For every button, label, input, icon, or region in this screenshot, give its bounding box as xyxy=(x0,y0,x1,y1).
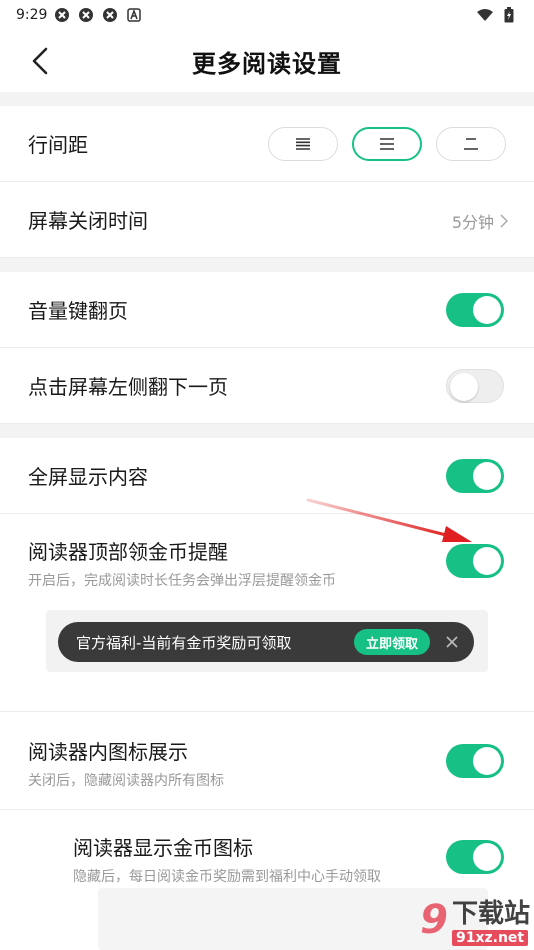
line-spacing-label: 行间距 xyxy=(28,133,88,157)
fullscreen-label: 全屏显示内容 xyxy=(28,465,148,489)
toggle-knob xyxy=(473,843,501,871)
chevron-right-icon xyxy=(500,214,508,228)
app-notification-icon xyxy=(77,6,95,24)
app-notification-icon xyxy=(101,6,119,24)
claim-now-button[interactable]: 立即领取 xyxy=(353,629,430,655)
site-watermark: 9 下载站 91xz.net xyxy=(420,893,530,946)
icon-display-toggle[interactable] xyxy=(446,744,504,778)
coin-icon-row: 阅读器显示金币图标 隐藏后，每日阅读金币奖励需到福利中心手动领取 xyxy=(0,810,534,898)
coin-icon-toggle[interactable] xyxy=(446,840,504,874)
battery-icon xyxy=(500,6,518,24)
watermark-url: 91xz.net xyxy=(451,930,529,946)
tap-left-label: 点击屏幕左侧翻下一页 xyxy=(28,375,228,399)
tap-left-toggle[interactable] xyxy=(446,369,504,403)
screen-off-label: 屏幕关闭时间 xyxy=(28,209,148,233)
section-divider xyxy=(0,424,534,438)
line-spacing-options xyxy=(268,127,506,161)
coin-reminder-label: 阅读器顶部领金币提醒 xyxy=(28,540,228,564)
tap-left-row: 点击屏幕左侧翻下一页 xyxy=(0,348,534,424)
status-time: 9:29 xyxy=(16,7,48,23)
spacing-medium-icon xyxy=(380,138,394,150)
screen-off-value[interactable]: 5分钟 xyxy=(452,209,508,233)
toggle-knob xyxy=(473,747,501,775)
spacing-compact-icon xyxy=(296,138,310,150)
coin-icon-label: 阅读器显示金币图标 xyxy=(73,836,253,860)
a-notification-icon xyxy=(125,6,143,24)
watermark-logo: 9 xyxy=(420,896,448,943)
watermark-title: 下载站 xyxy=(451,899,530,929)
line-spacing-compact-button[interactable] xyxy=(268,127,338,161)
volume-key-row: 音量键翻页 xyxy=(0,272,534,348)
section-divider xyxy=(0,258,534,272)
toggle-knob xyxy=(473,462,501,490)
fullscreen-toggle[interactable] xyxy=(446,459,504,493)
icon-display-label: 阅读器内图标展示 xyxy=(28,740,188,764)
close-icon[interactable] xyxy=(444,634,460,650)
coin-reminder-row: 阅读器顶部领金币提醒 开启后，完成阅读时长任务会弹出浮层提醒领金币 xyxy=(0,514,534,602)
page-title: 更多阅读设置 xyxy=(192,49,342,78)
status-bar: 9:29 xyxy=(0,0,534,30)
toast-text: 官方福利-当前有金币奖励可领取 xyxy=(76,633,292,652)
toggle-knob xyxy=(473,296,501,324)
screen-off-row[interactable]: 屏幕关闭时间 5分钟 xyxy=(0,182,534,258)
spacing-loose-icon xyxy=(464,138,478,150)
wifi-icon xyxy=(476,6,494,24)
screen-off-value-text: 5分钟 xyxy=(451,213,494,232)
header: 更多阅读设置 xyxy=(0,30,534,92)
coin-icon-desc: 隐藏后，每日阅读金币奖励需到福利中心手动领取 xyxy=(73,869,381,885)
line-spacing-medium-button[interactable] xyxy=(352,127,422,161)
section-divider xyxy=(0,92,534,106)
volume-key-label: 音量键翻页 xyxy=(28,299,128,323)
back-arrow-icon xyxy=(32,47,48,75)
coin-reminder-desc: 开启后，完成阅读时长任务会弹出浮层提醒领金币 xyxy=(28,573,336,589)
line-spacing-loose-button[interactable] xyxy=(436,127,506,161)
toast-preview-area: 官方福利-当前有金币奖励可领取 立即领取 xyxy=(0,602,534,712)
icon-display-desc: 关闭后，隐藏阅读器内所有图标 xyxy=(28,773,224,789)
volume-key-toggle[interactable] xyxy=(446,293,504,327)
toggle-knob xyxy=(473,547,501,575)
coin-toast: 官方福利-当前有金币奖励可领取 立即领取 xyxy=(58,622,474,662)
coin-reminder-toggle[interactable] xyxy=(446,544,504,578)
toggle-knob xyxy=(450,373,478,401)
line-spacing-row: 行间距 xyxy=(0,106,534,182)
icon-display-row: 阅读器内图标展示 关闭后，隐藏阅读器内所有图标 xyxy=(0,712,534,810)
back-button[interactable] xyxy=(24,44,56,78)
app-notification-icon xyxy=(53,6,71,24)
fullscreen-row: 全屏显示内容 xyxy=(0,438,534,514)
